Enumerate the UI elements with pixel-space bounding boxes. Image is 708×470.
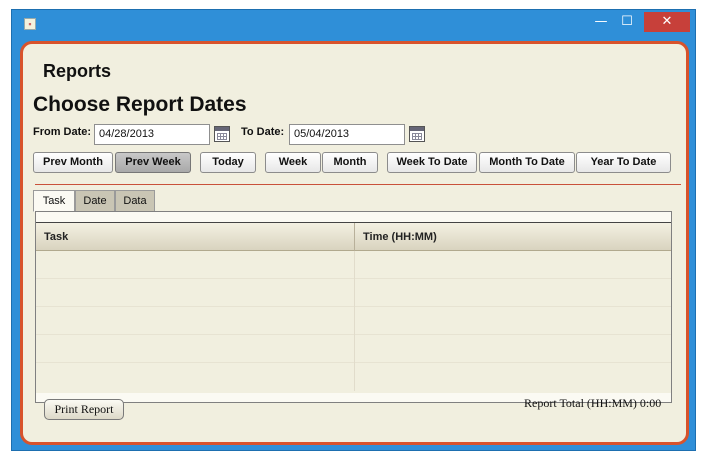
tab-content: Task Time (HH:MM) (35, 211, 672, 403)
week-to-date-button[interactable]: Week To Date (387, 152, 477, 173)
tab-task[interactable]: Task (33, 190, 75, 212)
report-table[interactable]: Task Time (HH:MM) (36, 222, 671, 393)
to-date-label: To Date: (241, 126, 285, 138)
close-button[interactable]: ✕ (644, 12, 690, 32)
report-total: Report Total (HH:MM) 0:00 (524, 396, 662, 410)
column-header-time[interactable]: Time (HH:MM) (355, 223, 671, 251)
prev-week-button[interactable]: Prev Week (115, 152, 191, 173)
divider (35, 184, 681, 185)
tab-date[interactable]: Date (75, 190, 115, 212)
section-heading: Reports (43, 61, 112, 81)
from-calendar-icon[interactable] (214, 126, 230, 142)
week-button[interactable]: Week (265, 152, 321, 173)
column-header-task[interactable]: Task (36, 223, 355, 251)
year-to-date-button[interactable]: Year To Date (576, 152, 671, 173)
print-report-button[interactable]: Print Report (44, 399, 124, 420)
to-calendar-icon[interactable] (409, 126, 425, 142)
column-divider (354, 251, 355, 391)
prev-month-button[interactable]: Prev Month (33, 152, 113, 173)
from-date-label: From Date: (33, 126, 92, 138)
title-bar[interactable]: ▪ — ☐ ✕ (12, 10, 695, 36)
month-to-date-button[interactable]: Month To Date (479, 152, 575, 173)
page-title: Choose Report Dates (33, 93, 247, 116)
app-icon[interactable]: ▪ (24, 18, 36, 30)
reports-panel: Reports Choose Report Dates From Date: 0… (20, 41, 689, 445)
minimize-button[interactable]: — (588, 12, 614, 32)
maximize-button[interactable]: ☐ (614, 12, 640, 32)
today-button[interactable]: Today (200, 152, 256, 173)
to-date-field[interactable]: 05/04/2013 (289, 124, 405, 145)
from-date-field[interactable]: 04/28/2013 (94, 124, 210, 145)
month-button[interactable]: Month (322, 152, 378, 173)
tab-data[interactable]: Data (115, 190, 155, 212)
app-window: ▪ — ☐ ✕ Reports Choose Report Dates From… (11, 9, 696, 451)
